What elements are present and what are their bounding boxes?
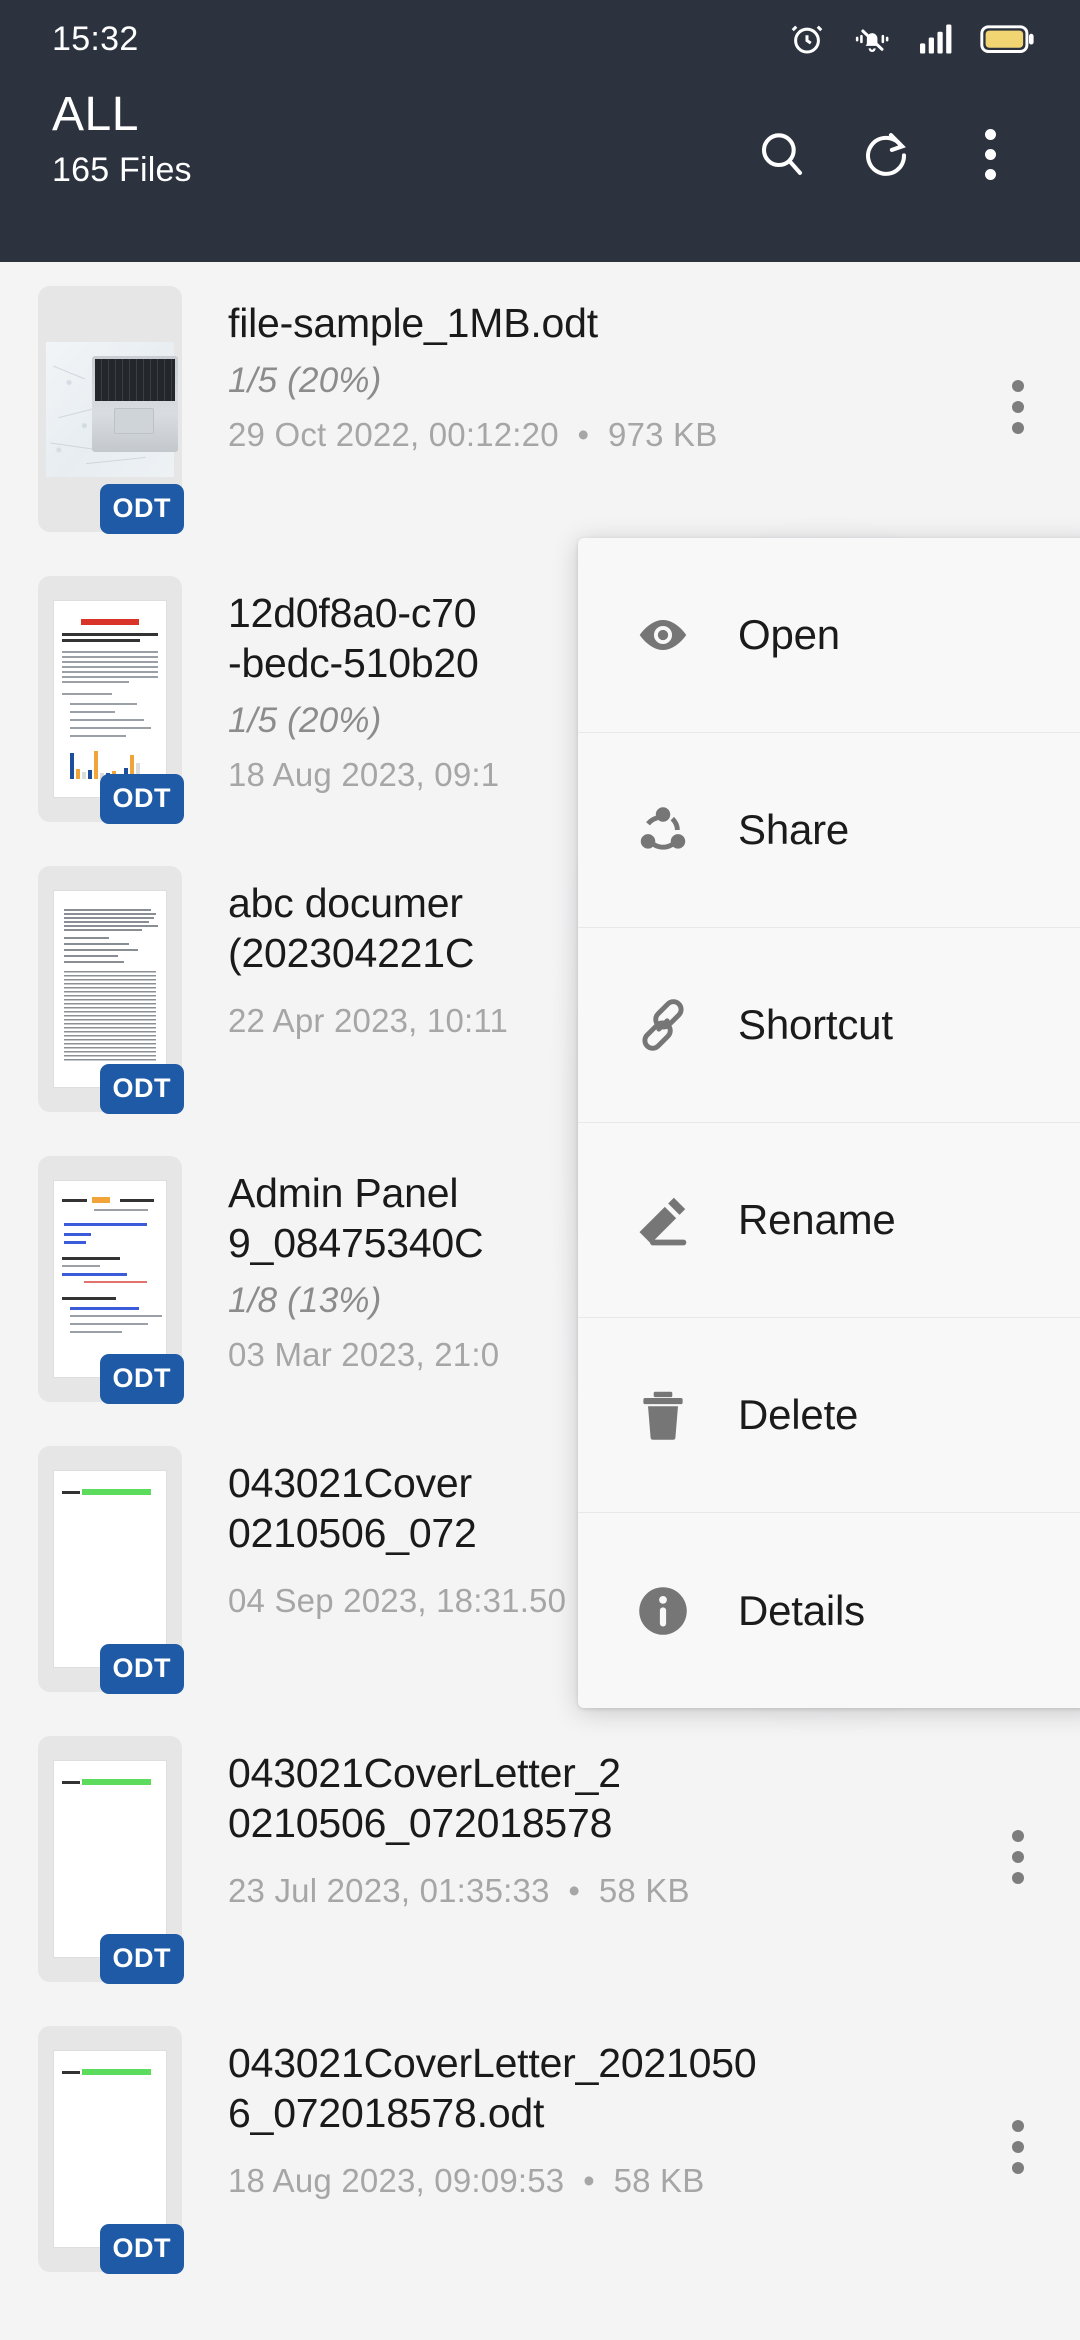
context-menu-item-shortcut[interactable]: Shortcut xyxy=(578,928,1080,1123)
info-circle-icon xyxy=(620,1580,706,1642)
file-name: 043021CoverLetter_2021050 6_072018578.od… xyxy=(228,2040,757,2137)
dense-text-thumbnail xyxy=(54,891,166,1087)
context-menu-item-open[interactable]: Open xyxy=(578,538,1080,733)
table-row[interactable]: ODT 043021CoverLetter_2021050 6_07201857… xyxy=(0,2002,1080,2292)
file-meta: 18 Aug 2023, 09:09:53 • 58 KB xyxy=(228,2162,705,2200)
context-menu-item-details[interactable]: Details xyxy=(578,1513,1080,1708)
context-menu-item-delete[interactable]: Delete xyxy=(578,1318,1080,1513)
overflow-menu-button[interactable] xyxy=(938,102,1042,206)
row-overflow-button[interactable] xyxy=(982,1734,1054,1980)
context-menu-item-rename[interactable]: Rename xyxy=(578,1123,1080,1318)
admin-guide-thumbnail xyxy=(54,1181,166,1377)
cover-letter-thumbnail xyxy=(54,1471,166,1667)
refresh-button[interactable] xyxy=(834,102,938,206)
search-icon xyxy=(755,127,809,181)
file-count-subtitle: 165 Files xyxy=(52,150,192,189)
status-clock: 15:32 xyxy=(52,19,139,58)
alarm-icon xyxy=(788,20,826,58)
status-icon-group xyxy=(788,20,1036,58)
context-menu-label: Rename xyxy=(738,1196,896,1243)
file-info: file-sample_1MB.odt 1/5 (20%) 29 Oct 202… xyxy=(182,284,982,456)
file-thumbnail: ODT xyxy=(38,1446,184,1694)
page-title: ALL xyxy=(52,88,139,141)
context-menu-label: Details xyxy=(738,1586,865,1634)
app-bar-titles: ALL 165 Files xyxy=(52,82,730,192)
file-meta: 23 Jul 2023, 01:35:33 • 58 KB xyxy=(228,1872,690,1910)
context-menu-label: Delete xyxy=(738,1391,859,1438)
eye-icon xyxy=(620,604,706,666)
file-thumbnail: ODT xyxy=(38,1736,184,1984)
file-thumbnail: ODT xyxy=(38,286,184,534)
refresh-icon xyxy=(859,127,913,181)
file-progress: 1/5 (20%) xyxy=(228,361,382,401)
app-bar-actions xyxy=(730,82,1042,206)
pencil-icon xyxy=(620,1189,706,1251)
phone-screen: 15:32 ALL 165 Files ODT file-sample_1MB.… xyxy=(0,0,1080,2340)
context-menu-label: Open xyxy=(738,611,840,658)
link-chain-icon xyxy=(620,994,706,1056)
status-bar: 15:32 xyxy=(0,0,1080,78)
file-name: file-sample_1MB.odt xyxy=(228,300,598,346)
context-menu-label: Shortcut xyxy=(738,1001,893,1048)
context-menu-item-share[interactable]: Share xyxy=(578,733,1080,928)
file-type-badge: ODT xyxy=(99,1354,184,1404)
file-type-badge: ODT xyxy=(99,1644,184,1694)
signal-bars-icon xyxy=(918,23,954,55)
file-thumbnail: ODT xyxy=(38,866,184,1114)
table-row[interactable]: ODT 043021CoverLetter_2 0210506_07201857… xyxy=(0,1712,1080,2002)
laptop-photo-thumbnail xyxy=(46,341,178,477)
trash-icon xyxy=(620,1384,706,1446)
file-thumbnail: ODT xyxy=(38,576,184,824)
file-type-badge: ODT xyxy=(99,774,184,824)
file-thumbnail: ODT xyxy=(38,1156,184,1404)
battery-icon xyxy=(980,23,1036,55)
file-type-badge: ODT xyxy=(99,1934,184,1984)
share-nodes-icon xyxy=(620,799,706,861)
file-type-badge: ODT xyxy=(99,1064,184,1114)
context-menu: Open Share Shortcut Rename Delete Detail… xyxy=(578,538,1080,1708)
row-overflow-button[interactable] xyxy=(982,2024,1054,2270)
file-thumbnail: ODT xyxy=(38,2026,184,2274)
file-name: 043021CoverLetter_2 0210506_072018578 xyxy=(228,1750,621,1847)
cover-letter-thumbnail xyxy=(54,2051,166,2247)
file-info: 043021CoverLetter_2 0210506_072018578 23… xyxy=(182,1734,982,1913)
file-type-badge: ODT xyxy=(99,484,184,534)
app-bar: ALL 165 Files xyxy=(0,78,1080,262)
vibrate-bell-icon xyxy=(852,20,892,58)
laptop-illustration xyxy=(92,355,178,452)
row-overflow-button[interactable] xyxy=(982,284,1054,530)
search-button[interactable] xyxy=(730,102,834,206)
cover-letter-thumbnail xyxy=(54,1761,166,1957)
context-menu-label: Share xyxy=(738,806,850,853)
file-meta: 29 Oct 2022, 00:12:20 • 973 KB xyxy=(228,415,718,453)
file-info: 043021CoverLetter_2021050 6_072018578.od… xyxy=(182,2024,982,2203)
overflow-menu-icon xyxy=(984,128,996,180)
lorem-ipsum-chart-thumbnail xyxy=(54,601,166,797)
file-type-badge: ODT xyxy=(99,2224,184,2274)
table-row[interactable]: ODT file-sample_1MB.odt 1/5 (20%) 29 Oct… xyxy=(0,262,1080,552)
